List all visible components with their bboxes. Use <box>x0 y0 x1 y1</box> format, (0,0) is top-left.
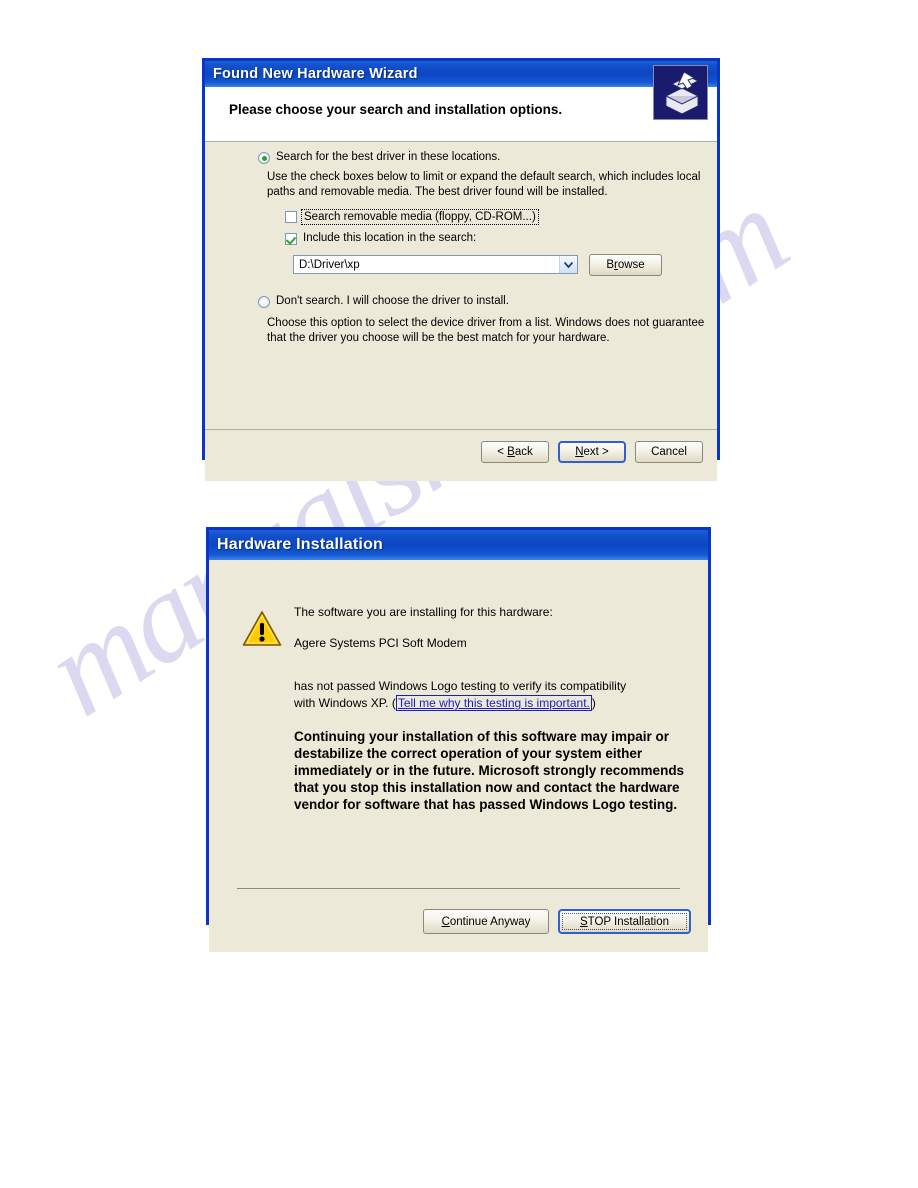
hardware-title-bar[interactable]: Hardware Installation <box>209 530 708 560</box>
checkbox-include-location-indicator <box>285 233 297 245</box>
checkbox-search-removable-media-label: Search removable media (floppy, CD-ROM..… <box>301 209 539 225</box>
testing-important-link[interactable]: Tell me why this testing is important. <box>395 695 592 711</box>
hardware-title: Hardware Installation <box>217 536 384 553</box>
hardware-line2: has not passed Windows Logo testing to v… <box>294 679 627 693</box>
hardware-installation-dialog: Hardware Installation The software you a… <box>206 527 711 952</box>
radio-dont-search-indicator <box>258 296 270 308</box>
warning-triangle-icon <box>242 610 282 648</box>
browse-button[interactable]: Browse <box>589 254 662 276</box>
hardware-line3-prefix: with Windows XP. ( <box>294 696 396 710</box>
hardware-separator <box>237 888 680 889</box>
radio-dont-search[interactable]: Don't search. I will choose the driver t… <box>258 294 509 308</box>
dont-search-description-text: Choose this option to select the device … <box>267 317 705 344</box>
continue-anyway-button-label: Continue Anyway <box>441 915 531 928</box>
cancel-button-label: Cancel <box>651 446 687 458</box>
radio-search-best-driver[interactable]: Search for the best driver in these loca… <box>258 150 500 164</box>
wizard-title-bar[interactable]: Found New Hardware Wizard <box>205 61 717 87</box>
wizard-drawer-icon <box>653 65 708 120</box>
hardware-line3-suffix: ) <box>591 696 596 710</box>
location-combobox[interactable]: D:\Driver\xp <box>293 255 578 274</box>
hardware-device-name: Agere Systems PCI Soft Modem <box>294 636 467 650</box>
stop-installation-button[interactable]: STOP Installation <box>558 909 691 934</box>
chevron-down-icon[interactable] <box>559 256 577 273</box>
back-button[interactable]: < Back <box>481 441 549 463</box>
checkbox-search-removable-media-indicator <box>285 211 297 223</box>
hardware-body: The software you are installing for this… <box>209 560 708 952</box>
wizard-header-title: Please choose your search and installati… <box>229 102 563 117</box>
browse-button-label: Browse <box>606 259 645 271</box>
stop-installation-button-label: STOP Installation <box>579 915 670 928</box>
radio-dont-search-label: Don't search. I will choose the driver t… <box>276 295 509 307</box>
hardware-warning-paragraph: Continuing your installation of this sof… <box>294 729 685 812</box>
checkbox-search-removable-media[interactable]: Search removable media (floppy, CD-ROM..… <box>285 209 539 225</box>
wizard-title: Found New Hardware Wizard <box>213 66 418 82</box>
location-combobox-value: D:\Driver\xp <box>299 258 360 271</box>
wizard-body: Search for the best driver in these loca… <box>205 142 717 429</box>
wizard-footer: < Back Next > Cancel <box>205 429 717 481</box>
hardware-line1: The software you are installing for this… <box>294 605 553 619</box>
radio-search-best-driver-indicator <box>258 152 270 164</box>
found-new-hardware-wizard-dialog: Found New Hardware Wizard Please choose … <box>202 58 720 481</box>
checkbox-include-location[interactable]: Include this location in the search: <box>285 231 476 245</box>
search-description-text: Use the check boxes below to limit or ex… <box>267 171 701 198</box>
radio-search-best-driver-label: Search for the best driver in these loca… <box>276 151 501 163</box>
checkbox-include-location-label: Include this location in the search: <box>303 232 477 244</box>
back-button-label: < Back <box>497 446 533 458</box>
cancel-button[interactable]: Cancel <box>635 441 703 463</box>
wizard-header: Please choose your search and installati… <box>205 65 717 142</box>
continue-anyway-button[interactable]: Continue Anyway <box>423 909 549 934</box>
hardware-line3: with Windows XP. (Tell me why this testi… <box>294 695 704 712</box>
next-button-label: Next > <box>575 446 609 458</box>
next-button[interactable]: Next > <box>558 441 626 463</box>
